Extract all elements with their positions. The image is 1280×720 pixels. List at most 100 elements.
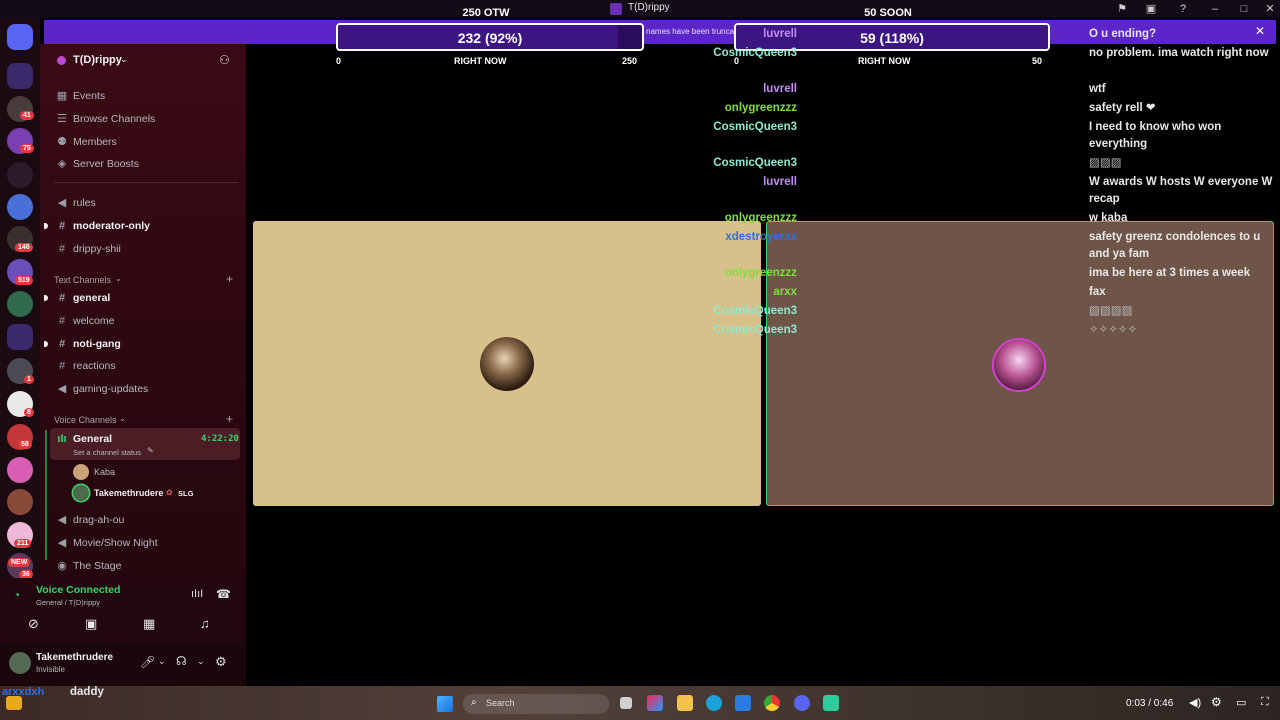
channel-gaming-updates[interactable]: ◀ gaming-updates	[56, 381, 149, 397]
voice-connected-line	[45, 430, 47, 560]
settings-gear-icon[interactable]: ⚙	[215, 654, 227, 670]
hash-icon: #	[58, 338, 66, 350]
channel-movie-show-night[interactable]: ◀ Movie/Show Night	[56, 535, 158, 551]
chrome-icon[interactable]	[764, 695, 780, 711]
voice-connected-title[interactable]: Voice Connected	[36, 584, 120, 596]
taskbar-search[interactable]: ⌕ Search	[463, 694, 609, 714]
calendar-icon: ▦	[56, 90, 68, 102]
category-text-channels[interactable]: Text Channels	[54, 275, 111, 285]
announcement-icon: ◀	[57, 383, 67, 395]
activities-icon[interactable]: ▦	[143, 616, 155, 632]
edge-icon[interactable]	[706, 695, 722, 711]
nav-events[interactable]: ▦ Events	[56, 88, 105, 104]
channel-drippy-shii[interactable]: # drippy-shii	[56, 241, 121, 257]
chat-text: no problem. ima watch right now	[1089, 47, 1269, 59]
chat-text: fax	[1089, 286, 1106, 298]
task-view-icon[interactable]	[620, 697, 632, 709]
chat-user: CosmicQueen3	[713, 121, 797, 133]
soundboard-icon[interactable]: ♫	[200, 616, 210, 631]
voice-user-name[interactable]: Kaba	[94, 467, 115, 477]
chat-text: ima be here at 3 times a week	[1089, 267, 1251, 279]
channel-general[interactable]: # general	[56, 290, 110, 306]
channel-status[interactable]: Set a channel status	[73, 448, 141, 457]
taskbar	[0, 686, 1280, 720]
chevron-down-icon[interactable]: ⌄	[197, 656, 205, 667]
app-icon[interactable]	[823, 695, 839, 711]
chat-user: onlygreenzzz	[724, 102, 797, 114]
server-icon[interactable]	[7, 162, 33, 188]
noise-suppression-icon[interactable]: ıIıI	[191, 588, 203, 600]
camera-off-icon[interactable]: ⊘	[28, 616, 39, 632]
channel-general-voice[interactable]: ıIı General	[56, 431, 112, 447]
server-icon[interactable]	[7, 194, 33, 220]
nav-members[interactable]: ⚉ Members	[56, 134, 117, 150]
chat-text: W awards W hosts W everyone W recap	[1089, 176, 1273, 205]
channel-the-stage[interactable]: ◉ The Stage	[56, 558, 121, 574]
chat-text: w kaba	[1089, 212, 1128, 224]
chat-text: ▨▨▨▨	[1089, 305, 1133, 317]
nav-browse-channels[interactable]: ☰ Browse Channels	[56, 111, 155, 127]
display-icon[interactable]: ▣	[1142, 2, 1160, 16]
volume-icon[interactable]: ◀)	[1189, 696, 1201, 709]
video-time: 0:03 / 0:46	[1126, 698, 1174, 709]
server-icon[interactable]	[7, 291, 33, 317]
voice-user-name[interactable]: Takemethrudere	[94, 488, 163, 498]
server-icon[interactable]	[7, 489, 33, 515]
folder-icon[interactable]	[7, 63, 33, 89]
chat-user: arxx	[773, 286, 797, 298]
screen-share-icon[interactable]: ▣	[85, 616, 97, 632]
edit-icon[interactable]: ✎	[147, 446, 154, 455]
goal-title: 250 OTW	[462, 7, 510, 19]
avatar	[73, 464, 89, 480]
channel-drag-ah-ou[interactable]: ◀ drag-ah-ou	[56, 512, 125, 528]
user-avatar[interactable]	[9, 652, 31, 674]
minimize-button[interactable]: –	[1206, 2, 1224, 16]
nav-server-boosts[interactable]: ◈ Server Boosts	[56, 156, 139, 172]
add-voice-channel-icon[interactable]: +	[226, 412, 233, 426]
channel-noti-gang[interactable]: # noti-gang	[56, 336, 121, 352]
chevron-down-icon: ⌄	[119, 414, 126, 423]
goal-max: 250	[622, 56, 638, 66]
add-channel-icon[interactable]: +	[226, 272, 233, 286]
new-badge: NEW	[8, 558, 31, 567]
chevron-down-icon[interactable]: ⌄	[158, 656, 166, 667]
help-icon[interactable]: ?	[1174, 2, 1192, 16]
copilot-icon[interactable]	[647, 695, 663, 711]
disconnect-icon[interactable]: ☎	[216, 587, 231, 601]
bird-icon[interactable]	[6, 696, 22, 710]
store-icon[interactable]	[735, 695, 751, 711]
user-status: Invisible	[36, 665, 65, 674]
hash-icon: #	[58, 292, 66, 304]
file-explorer-icon[interactable]	[677, 695, 693, 711]
discord-home-icon[interactable]	[7, 24, 33, 50]
server-name[interactable]: T(D)rippy	[73, 54, 122, 66]
folder-icon[interactable]	[7, 324, 33, 350]
connection-icon[interactable]: ◔	[13, 588, 20, 602]
goal-min: 0	[336, 56, 342, 66]
microphone-icon[interactable]: 🎤︎	[140, 655, 155, 669]
server-icon[interactable]	[7, 457, 33, 483]
channel-moderator-only[interactable]: # moderator-only	[56, 218, 150, 234]
settings-icon[interactable]: ⚙	[1211, 695, 1222, 709]
channel-rules[interactable]: ◀ rules	[56, 195, 96, 211]
windows-start-icon[interactable]	[437, 696, 453, 712]
inbox-icon[interactable]: ⚑	[1113, 2, 1131, 16]
category-voice-channels[interactable]: Voice Channels	[54, 415, 117, 425]
channel-reactions[interactable]: # reactions	[56, 358, 116, 374]
discord-taskbar-icon[interactable]	[794, 695, 810, 711]
server-menu-chevron-icon[interactable]: ⌄	[120, 54, 128, 65]
maximize-button[interactable]: □	[1235, 2, 1253, 16]
clan-tag: SLG	[178, 489, 194, 498]
close-button[interactable]: ✕	[1261, 2, 1279, 16]
headphones-icon[interactable]: ☊	[176, 654, 187, 668]
chat-user: CosmicQueen3	[713, 305, 797, 317]
voice-connected-sub[interactable]: General / T(D)rippy	[36, 598, 100, 607]
goal-label: RIGHT NOW	[454, 56, 507, 66]
pip-icon[interactable]: ▭	[1236, 696, 1246, 709]
user-name[interactable]: Takemethrudere	[36, 652, 113, 663]
channel-welcome[interactable]: # welcome	[56, 313, 115, 329]
add-friend-icon[interactable]: ⚇	[219, 53, 230, 67]
chat-user: luvrell	[763, 176, 797, 188]
chat-user: CosmicQueen3	[713, 324, 797, 336]
fullscreen-icon[interactable]: ⛶	[1261, 696, 1269, 709]
